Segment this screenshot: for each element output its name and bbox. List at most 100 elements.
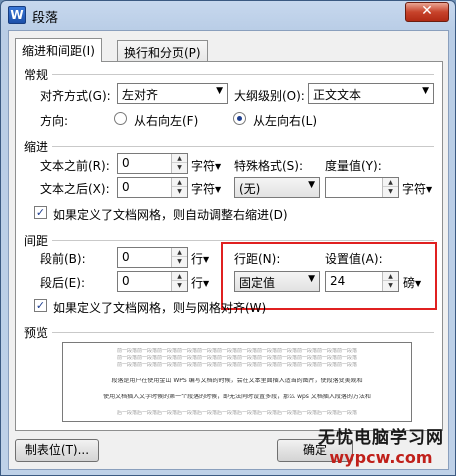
preview-sample-line: 使用文档插入文字时候的第一个段落的时候，即无法同时设置多段，那么 wps 文档插… [103, 394, 371, 400]
setting-value-label: 设置值(A): [325, 252, 383, 266]
indent-grid-checkbox[interactable]: ✓ [34, 206, 47, 219]
special-format-select[interactable]: (无) ▼ [234, 177, 320, 198]
preview-prev-paragraph: 前一段落前一段落前一段落前一段落前一段落前一段落前一段落前一段落前一段落前一段落… [116, 348, 357, 354]
spin-up-icon[interactable]: ▲ [383, 178, 398, 187]
alignment-value: 左对齐 [122, 88, 159, 102]
unit-dropdown-icon: ▼ [426, 185, 433, 194]
section-divider [52, 146, 434, 147]
alignment-select[interactable]: 左对齐 ▼ [117, 83, 228, 104]
tab-indent-spacing[interactable]: 缩进和间距(I) [15, 38, 102, 62]
spin-down-icon[interactable]: ▼ [172, 257, 187, 266]
spin-up-icon[interactable]: ▲ [172, 248, 187, 257]
indent-before-label: 文本之前(R): [40, 159, 110, 173]
wps-app-icon: W [8, 6, 26, 24]
tab-indent-spacing-label: 缩进和间距(I) [22, 44, 95, 58]
alignment-label: 对齐方式(G): [40, 89, 111, 103]
spin-up-icon[interactable]: ▲ [172, 272, 187, 281]
ltr-label: 从左向右(L) [253, 114, 318, 128]
close-icon: ✕ [421, 3, 433, 19]
spin-down-icon[interactable]: ▼ [172, 163, 187, 172]
dropdown-arrow-icon: ▼ [308, 274, 315, 284]
space-before-value: 0 [122, 250, 130, 264]
dialog-client: 缩进和间距(I) 换行和分页(P) 常规 对齐方式(G): 左对齐 ▼ 大纲级别… [8, 30, 449, 470]
space-after-value: 0 [122, 274, 130, 288]
setting-value-spinner[interactable]: 24 ▲ ▼ [325, 271, 399, 292]
setting-value: 24 [330, 274, 346, 288]
outline-level-select[interactable]: 正文文本 ▼ [308, 83, 434, 104]
spin-down-icon[interactable]: ▼ [383, 281, 398, 290]
special-format-label: 特殊格式(S): [234, 159, 304, 173]
line-spacing-select[interactable]: 固定值 ▼ [234, 271, 320, 292]
spin-down-icon[interactable]: ▼ [383, 187, 398, 196]
tab-line-page-breaks-label: 换行和分页(P) [124, 46, 201, 60]
indent-after-spinner[interactable]: 0 ▲ ▼ [117, 177, 188, 198]
indent-after-value: 0 [122, 180, 130, 194]
tabs-button[interactable]: 制表位(T)... [15, 439, 99, 462]
setting-unit[interactable]: 磅▼ [403, 274, 421, 291]
unit-dropdown-icon: ▼ [415, 279, 422, 288]
spacing-grid-checkbox-label: 如果定义了文档网格，则与网格对齐(W) [53, 301, 267, 315]
paragraph-dialog: W 段落 ✕ 缩进和间距(I) 换行和分页(P) 常规 对齐方式(G): 左对齐… [0, 0, 456, 476]
outline-level-value: 正文文本 [313, 88, 362, 102]
watermark-url: wypcw.com [329, 448, 433, 467]
unit-dropdown-icon: ▼ [215, 185, 222, 194]
spin-up-icon[interactable]: ▲ [172, 154, 187, 163]
indent-after-unit[interactable]: 字符▼ [191, 180, 221, 197]
watermark-title: 无忧电脑学习网 [318, 428, 444, 448]
section-indent: 缩进 [24, 140, 49, 154]
section-divider [52, 74, 434, 75]
space-before-unit-label: 行 [191, 252, 204, 266]
check-icon: ✓ [35, 299, 46, 312]
ltr-radio[interactable] [233, 112, 246, 125]
spacing-grid-checkbox[interactable]: ✓ [34, 299, 47, 312]
special-format-value: (无) [239, 182, 261, 196]
section-spacing: 间距 [24, 234, 49, 248]
spin-down-icon[interactable]: ▼ [172, 281, 187, 290]
space-before-spinner[interactable]: 0 ▲ ▼ [117, 247, 188, 268]
line-spacing-label: 行距(N): [234, 252, 281, 266]
direction-label: 方向: [40, 114, 69, 128]
tabs-button-label: 制表位(T)... [24, 443, 90, 457]
space-after-unit-label: 行 [191, 276, 204, 290]
site-watermark: 无忧电脑学习网 wypcw.com [318, 423, 444, 467]
space-before-unit[interactable]: 行▼ [191, 250, 209, 267]
setting-unit-label: 磅 [403, 276, 416, 290]
dropdown-arrow-icon: ▼ [422, 86, 429, 96]
indent-after-unit-label: 字符 [191, 182, 216, 196]
tab-line-page-breaks[interactable]: 换行和分页(P) [117, 40, 208, 62]
spin-down-icon[interactable]: ▼ [172, 187, 187, 196]
spin-up-icon[interactable]: ▲ [172, 178, 187, 187]
rtl-radio[interactable] [114, 112, 127, 125]
preview-pane: 前一段落前一段落前一段落前一段落前一段落前一段落前一段落前一段落前一段落前一段落… [62, 342, 412, 422]
unit-dropdown-icon: ▼ [215, 162, 222, 171]
dropdown-arrow-icon: ▼ [308, 180, 315, 190]
section-divider [52, 332, 434, 333]
measure-unit[interactable]: 字符▼ [402, 180, 432, 197]
space-after-spinner[interactable]: 0 ▲ ▼ [117, 271, 188, 292]
indent-before-unit-label: 字符 [191, 159, 216, 173]
indent-before-spinner[interactable]: 0 ▲ ▼ [117, 153, 188, 174]
section-divider [52, 240, 434, 241]
preview-sample-line: 段落是用户在使用金山 WPS 编写文档的时候，会在文本里面插入适当的图片，使段落… [111, 378, 363, 384]
indent-grid-checkbox-label: 如果定义了文档网格，则自动调整右缩进(D) [53, 208, 288, 222]
section-preview: 预览 [24, 326, 49, 340]
indent-before-unit[interactable]: 字符▼ [191, 157, 221, 174]
indent-before-value: 0 [122, 156, 130, 170]
unit-dropdown-icon: ▼ [203, 279, 210, 288]
rtl-label: 从右向左(F) [134, 114, 199, 128]
measure-spinner[interactable]: ▲ ▼ [325, 177, 399, 198]
measure-label: 度量值(Y): [325, 159, 382, 173]
dialog-title: 段落 [32, 11, 59, 26]
space-after-unit[interactable]: 行▼ [191, 274, 209, 291]
check-icon: ✓ [35, 206, 46, 219]
outline-level-label: 大纲级别(O): [234, 89, 305, 103]
space-before-label: 段前(B): [40, 252, 86, 266]
preview-prev-paragraph: 前一段落前一段落前一段落前一段落前一段落前一段落前一段落前一段落前一段落前一段落… [116, 355, 357, 361]
title-bar[interactable]: W 段落 ✕ [1, 1, 455, 29]
tab-panel: 常规 对齐方式(G): 左对齐 ▼ 大纲级别(O): 正文文本 ▼ 方向: 从右… [15, 61, 443, 431]
dropdown-arrow-icon: ▼ [216, 86, 223, 96]
close-button[interactable]: ✕ [405, 2, 449, 22]
space-after-label: 段后(E): [40, 276, 85, 290]
spin-up-icon[interactable]: ▲ [383, 272, 398, 281]
indent-after-label: 文本之后(X): [40, 182, 110, 196]
